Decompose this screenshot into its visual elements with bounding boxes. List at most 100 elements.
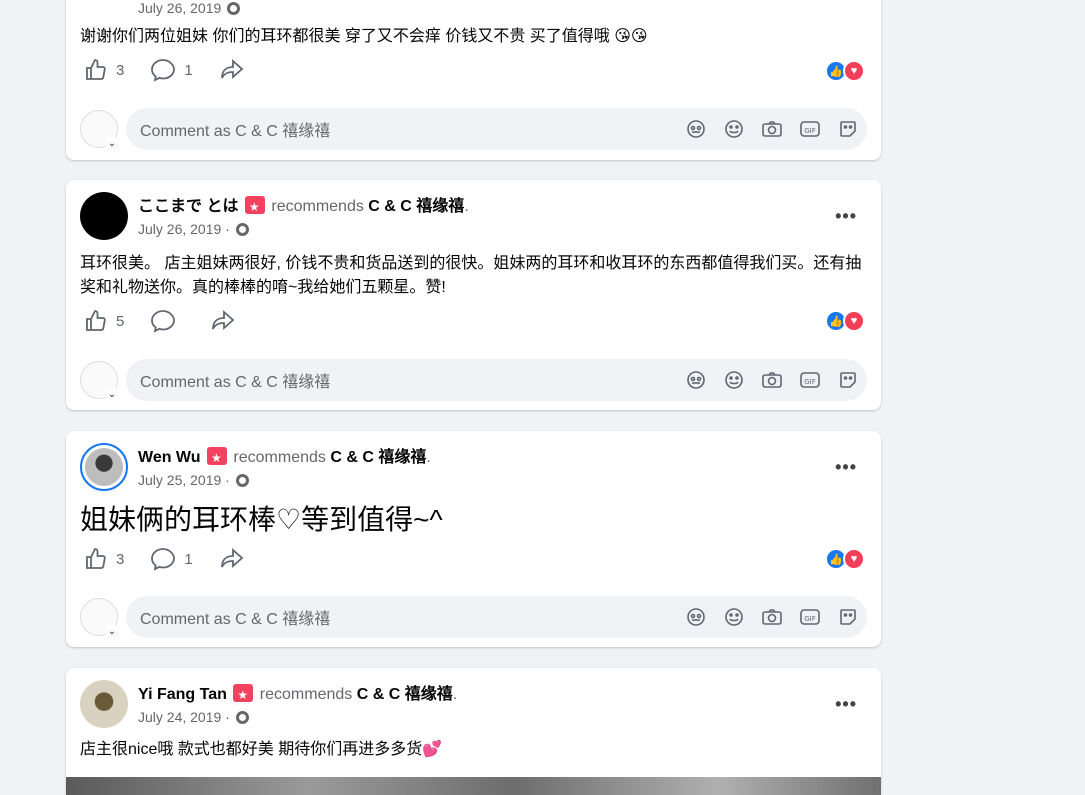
- author-avatar[interactable]: [80, 443, 128, 491]
- more-options-icon[interactable]: •••: [835, 206, 857, 227]
- svg-text:GIF: GIF: [804, 615, 816, 623]
- recommend-icon: [206, 447, 227, 468]
- like-count: 5: [116, 312, 125, 330]
- author-name[interactable]: ここまで とは: [138, 198, 238, 215]
- recommend-icon: [233, 684, 254, 705]
- post-card: Yi Fang Tan recommends C & C 禧缘禧. July 2…: [66, 668, 881, 795]
- globe-icon: [235, 474, 249, 487]
- like-button[interactable]: 3: [84, 547, 124, 571]
- post-date-link[interactable]: July 26, 2019: [138, 0, 221, 16]
- comment-button[interactable]: [150, 309, 184, 333]
- share-button[interactable]: [219, 58, 253, 82]
- author-avatar[interactable]: [80, 192, 128, 240]
- chevron-down-icon[interactable]: ⌄: [105, 625, 119, 639]
- commenter-avatar[interactable]: ⌄: [80, 110, 119, 151]
- globe-icon: [227, 2, 241, 15]
- love-reaction-icon: ♥: [843, 310, 865, 332]
- sticker-icon[interactable]: [829, 119, 867, 139]
- comment-count: 1: [184, 550, 193, 568]
- share-button[interactable]: [219, 547, 253, 571]
- comment-input[interactable]: Comment as C & C 禧缘禧 GIF: [126, 359, 867, 401]
- author-name[interactable]: Wen Wu: [138, 449, 201, 466]
- thumbs-up-icon: [86, 310, 106, 331]
- author-avatar[interactable]: [80, 680, 128, 728]
- share-arrow-icon: [220, 58, 244, 80]
- comment-input[interactable]: Comment as C & C 禧缘禧 GIF: [126, 108, 867, 150]
- post-date[interactable]: July 24, 2019: [138, 709, 221, 725]
- recommends-label: recommends: [259, 686, 353, 703]
- sticker-icon[interactable]: [829, 607, 867, 627]
- like-count: 3: [116, 61, 125, 79]
- chevron-down-icon[interactable]: ⌄: [105, 137, 119, 151]
- gif-icon[interactable]: GIF: [791, 120, 829, 138]
- recommends-label: recommends: [233, 449, 326, 466]
- post-header: Yi Fang Tan recommends C & C 禧缘禧. July 2…: [80, 680, 457, 728]
- like-button[interactable]: 5: [84, 309, 124, 333]
- post-header: Wen Wu recommends C & C 禧缘禧. July 25, 20…: [80, 443, 431, 491]
- post-text: 姐妹俩的耳环棒♡等到值得~^: [80, 504, 443, 535]
- thumbs-up-icon: [86, 548, 106, 569]
- commenter-avatar[interactable]: ⌄: [80, 361, 119, 402]
- page-name[interactable]: C & C 禧缘禧: [368, 198, 464, 215]
- more-options-icon[interactable]: •••: [835, 457, 857, 478]
- svg-text:GIF: GIF: [804, 378, 816, 386]
- like-count: 3: [116, 550, 125, 568]
- post-date[interactable]: July 25, 2019: [138, 472, 221, 488]
- post-card: ここまで とは recommends C & C 禧缘禧. July 26, 2…: [66, 180, 881, 410]
- comment-placeholder: Comment as C & C 禧缘禧: [140, 611, 331, 628]
- camera-icon[interactable]: [753, 607, 791, 627]
- recommends-label: recommends: [271, 198, 364, 215]
- page-name[interactable]: C & C 禧缘禧: [330, 449, 426, 466]
- emoji-icon[interactable]: [715, 607, 753, 627]
- gif-icon[interactable]: GIF: [791, 371, 829, 389]
- author-name[interactable]: Yi Fang Tan: [138, 686, 227, 703]
- post-photo[interactable]: [66, 777, 881, 795]
- reaction-summary[interactable]: 👍 ♥: [825, 548, 865, 570]
- avatar-sticker-icon[interactable]: [677, 370, 715, 390]
- svg-text:GIF: GIF: [804, 127, 816, 135]
- post-actions: 3 1: [84, 58, 279, 82]
- emoji-icon[interactable]: [715, 370, 753, 390]
- avatar-sticker-icon[interactable]: [677, 607, 715, 627]
- emoji-icon[interactable]: [715, 119, 753, 139]
- period: .: [426, 449, 431, 466]
- comment-bubble-icon: [151, 548, 176, 571]
- post-text: 耳环很美。 店主姐妹两很好, 价钱不贵和货品送到的很快。姐妹两的耳环和收耳环的东…: [80, 255, 862, 296]
- comment-composer: ⌄ Comment as C & C 禧缘禧 GIF: [80, 596, 867, 639]
- period: .: [452, 686, 458, 703]
- reaction-summary[interactable]: 👍 ♥: [825, 60, 865, 82]
- comment-composer: ⌄ Comment as C & C 禧缘禧 GIF: [80, 359, 867, 402]
- post-date[interactable]: July 26, 2019: [138, 221, 221, 237]
- globe-icon: [235, 223, 249, 236]
- post-card: July 26, 2019 谢谢你们两位姐妹 你们的耳环都很美 穿了又不会痒 价…: [66, 0, 881, 160]
- post-actions: 5: [84, 309, 270, 333]
- reaction-summary[interactable]: 👍 ♥: [825, 310, 865, 332]
- love-reaction-icon: ♥: [843, 548, 865, 570]
- sticker-icon[interactable]: [829, 370, 867, 390]
- post-header: ここまで とは recommends C & C 禧缘禧. July 26, 2…: [80, 192, 469, 240]
- chevron-down-icon[interactable]: ⌄: [105, 388, 119, 402]
- comment-bubble-icon: [151, 310, 176, 333]
- post-text: 谢谢你们两位姐妹 你们的耳环都很美 穿了又不会痒 价钱又不贵 买了值得哦 😘😘: [80, 28, 648, 45]
- camera-icon[interactable]: [753, 119, 791, 139]
- share-button[interactable]: [210, 309, 244, 333]
- like-button[interactable]: 3: [84, 58, 124, 82]
- page-name[interactable]: C & C 禧缘禧: [357, 686, 453, 703]
- share-arrow-icon: [220, 547, 244, 569]
- share-arrow-icon: [212, 309, 235, 331]
- commenter-avatar[interactable]: ⌄: [80, 598, 119, 639]
- comment-bubble-icon: [151, 59, 176, 82]
- post-text: 店主很nice哦 款式也都好美 期待你们再进多多货💕: [80, 741, 443, 758]
- avatar-sticker-icon[interactable]: [677, 119, 715, 139]
- camera-icon[interactable]: [753, 370, 791, 390]
- comment-count: 1: [184, 61, 193, 79]
- gif-icon[interactable]: GIF: [791, 608, 829, 626]
- love-reaction-icon: ♥: [843, 60, 865, 82]
- comment-placeholder: Comment as C & C 禧缘禧: [140, 374, 331, 391]
- comment-input[interactable]: Comment as C & C 禧缘禧 GIF: [126, 596, 867, 638]
- comment-button[interactable]: 1: [150, 58, 193, 82]
- post-actions: 3 1: [84, 547, 279, 571]
- more-options-icon[interactable]: •••: [835, 694, 857, 715]
- comment-button[interactable]: 1: [150, 547, 193, 571]
- comment-composer: ⌄ Comment as C & C 禧缘禧 GIF: [80, 108, 867, 151]
